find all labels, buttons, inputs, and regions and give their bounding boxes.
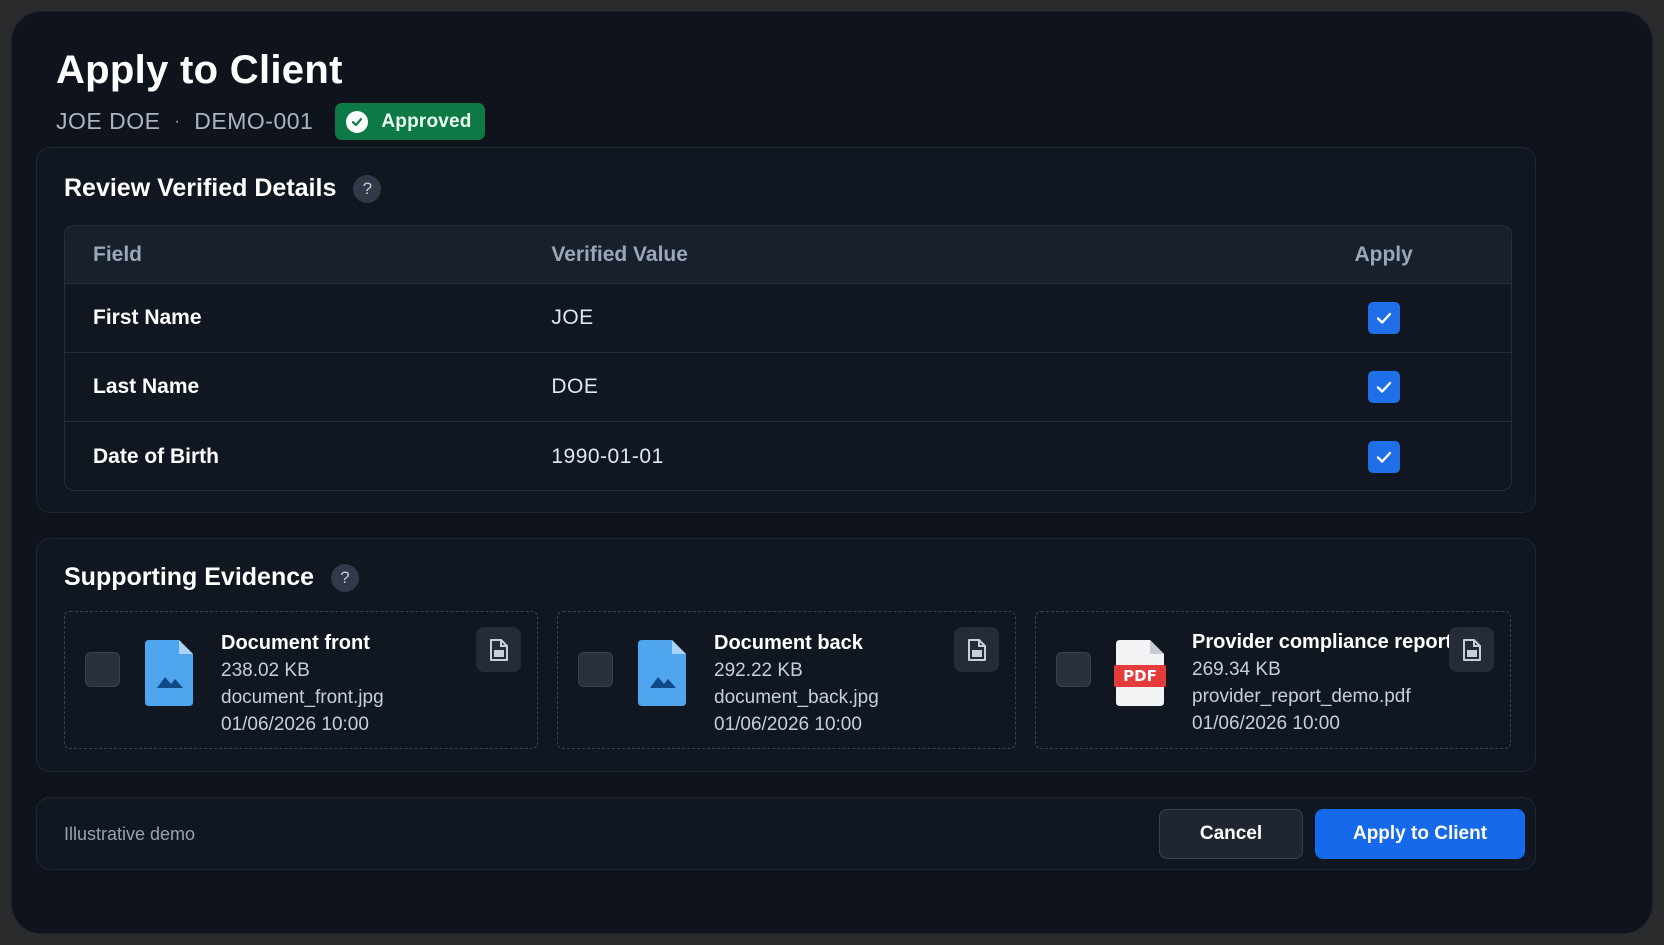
verified-details-table: Field Verified Value Apply First Name JO…: [64, 225, 1512, 491]
document-icon: [489, 638, 508, 661]
checkmark-icon: [1376, 381, 1391, 393]
table-row: Last Name DOE: [65, 353, 1511, 422]
document-icon: [967, 638, 986, 661]
evidence-details: Provider compliance report 269.34 KB pro…: [1192, 629, 1452, 737]
dialog-title: Apply to Client: [56, 48, 343, 92]
apply-cell: [1270, 440, 1511, 473]
dialog-footer: Illustrative demo Cancel Apply to Client: [36, 797, 1536, 870]
view-document-button[interactable]: [1449, 627, 1494, 672]
supporting-evidence-card: Supporting Evidence ? Document front 238…: [36, 538, 1536, 772]
evidence-filename: document_front.jpg: [221, 687, 384, 708]
apply-cell: [1270, 302, 1511, 334]
evidence-date: 01/06/2026 10:00: [1192, 713, 1340, 734]
document-icon: [1462, 638, 1481, 661]
apply-checkbox-first-name[interactable]: [1367, 302, 1400, 334]
verified-value: DOE: [551, 375, 599, 398]
evidence-size: 292.22 KB: [714, 660, 803, 681]
review-details-title: Review Verified Details: [64, 174, 337, 202]
verified-value: JOE: [551, 306, 594, 329]
evidence-size: 269.34 KB: [1192, 659, 1281, 680]
pdf-icon-label: PDF: [1123, 667, 1157, 685]
evidence-filename: document_back.jpg: [714, 687, 879, 708]
status-label: Approved: [381, 110, 472, 132]
footer-note: Illustrative demo: [64, 824, 196, 844]
separator-dot: ·: [174, 112, 181, 130]
evidence-select-checkbox[interactable]: [578, 652, 613, 687]
supporting-evidence-heading: Supporting Evidence ?: [64, 563, 360, 592]
check-circle-icon: [346, 110, 369, 133]
apply-checkbox-last-name[interactable]: [1367, 371, 1400, 403]
field-name: Date of Birth: [93, 444, 219, 468]
apply-cell: [1270, 371, 1511, 403]
field-name: Last Name: [93, 375, 200, 398]
evidence-item-provider-report[interactable]: PDF Provider compliance report 269.34 KB…: [1035, 611, 1511, 749]
evidence-item-document-back[interactable]: Document back 292.22 KB document_back.jp…: [557, 611, 1016, 749]
cancel-button[interactable]: Cancel: [1159, 809, 1303, 859]
evidence-item-document-front[interactable]: Document front 238.02 KB document_front.…: [64, 611, 538, 749]
evidence-date: 01/06/2026 10:00: [714, 714, 862, 735]
apply-checkbox-date-of-birth[interactable]: [1367, 440, 1400, 473]
review-details-card: Review Verified Details ? Field Verified…: [36, 147, 1536, 513]
evidence-details: Document front 238.02 KB document_front.…: [221, 630, 384, 738]
image-file-icon: [636, 638, 688, 713]
evidence-name: Provider compliance report: [1192, 631, 1453, 653]
status-badge: Approved: [335, 103, 485, 140]
apply-to-client-dialog: Apply to Client JOE DOE · DEMO-001 Appro…: [11, 11, 1653, 934]
evidence-name: Document back: [714, 632, 863, 654]
evidence-select-checkbox[interactable]: [1056, 652, 1091, 687]
client-subtitle: JOE DOE · DEMO-001 Approved: [56, 103, 485, 140]
review-details-heading: Review Verified Details ?: [64, 174, 382, 203]
verified-value: 1990-01-01: [551, 444, 664, 468]
dialog-header: Apply to Client JOE DOE · DEMO-001 Appro…: [56, 48, 485, 140]
evidence-size: 238.02 KB: [221, 660, 310, 681]
table-row: Date of Birth 1990-01-01: [65, 422, 1511, 490]
evidence-select-checkbox[interactable]: [85, 652, 120, 687]
client-id: DEMO-001: [194, 108, 314, 134]
evidence-name: Document front: [221, 632, 370, 654]
supporting-evidence-title: Supporting Evidence: [64, 563, 315, 591]
field-name: First Name: [93, 306, 202, 329]
checkmark-icon: [1376, 451, 1391, 463]
help-icon[interactable]: ?: [353, 174, 382, 203]
help-icon[interactable]: ?: [331, 563, 360, 592]
view-document-button[interactable]: [476, 627, 521, 672]
column-header-verified-value: Verified Value: [551, 242, 688, 266]
pdf-file-icon: PDF: [1114, 638, 1166, 713]
table-header: Field Verified Value Apply: [65, 226, 1511, 284]
column-header-field: Field: [93, 242, 143, 266]
view-document-button[interactable]: [954, 627, 999, 672]
image-file-icon: [143, 638, 195, 713]
evidence-filename: provider_report_demo.pdf: [1192, 686, 1411, 707]
table-row: First Name JOE: [65, 284, 1511, 353]
column-header-apply: Apply: [1354, 242, 1413, 266]
apply-to-client-button[interactable]: Apply to Client: [1315, 809, 1525, 859]
evidence-date: 01/06/2026 10:00: [221, 714, 369, 735]
evidence-details: Document back 292.22 KB document_back.jp…: [714, 630, 879, 738]
client-name: JOE DOE: [56, 108, 161, 134]
checkmark-icon: [1376, 312, 1391, 324]
